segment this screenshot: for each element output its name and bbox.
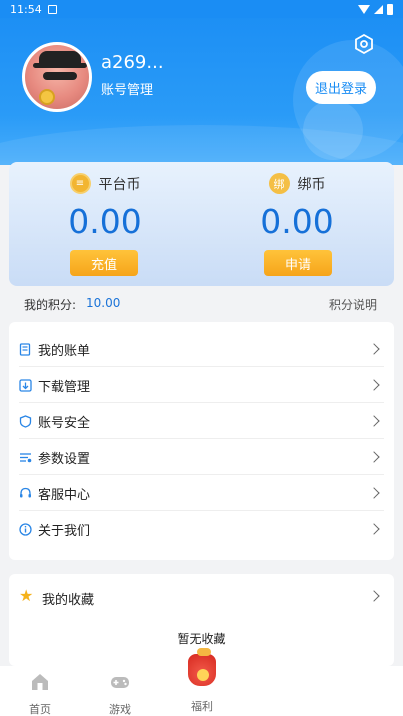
gamepad-icon [111,677,129,688]
chevron-right-icon [368,523,380,535]
username: a269... [101,52,164,73]
bind-coin-icon: 绑 [268,173,290,194]
welfare-bag-icon[interactable] [186,648,218,688]
info-icon [19,522,32,536]
bound-coin-amount: 0.00 [260,202,334,241]
chevron-right-icon [368,379,380,391]
logout-button[interactable]: 退出登录 [306,71,376,104]
settings-icon[interactable] [354,34,374,54]
menu-item-customer-service[interactable]: 客服中心 [9,475,394,511]
menu-item-parameters[interactable]: 参数设置 [9,439,394,475]
menu-item-label: 账号安全 [38,415,91,431]
favorites-label: 我的收藏 [42,593,95,608]
menu-item-security[interactable]: 账号安全 [9,403,394,439]
avatar[interactable] [22,42,92,112]
settings-list-icon [20,452,32,462]
tab-games[interactable]: 游戏 [90,670,150,716]
status-bar: 11:54 [0,0,403,18]
download-icon [19,378,32,392]
platform-coin-label: 平台币 [98,176,141,193]
menu-item-label: 下载管理 [38,379,91,395]
menu-item-about[interactable]: 关于我们 [9,511,394,547]
bound-coin-panel: 绑 绑币 0.00 申请 [201,162,393,286]
tab-home[interactable]: 首页 [10,670,70,716]
menu-item-downloads[interactable]: 下载管理 [9,367,394,403]
chevron-right-icon [368,487,380,499]
home-icon [32,674,48,690]
menu-list: 我的账单 下载管理 账号安全 参数设置 客服中心 关于我们 [9,322,394,560]
points-label: 我的积分: [24,298,77,312]
tab-label: 首页 [29,703,51,716]
favorites-row[interactable]: ★ 我的收藏 [9,574,394,618]
points-value: 10.00 [86,296,121,310]
bill-icon [19,342,31,356]
favorites-empty-text: 暂无收藏 [177,632,226,646]
platform-coin-panel: ≡ 平台币 0.00 充值 [9,162,201,286]
menu-item-label: 参数设置 [38,451,91,467]
menu-item-label: 客服中心 [38,487,91,503]
status-time: 11:54 [10,2,42,16]
points-row: 我的积分: 10.00 积分说明 [0,296,403,314]
apply-button[interactable]: 申请 [264,250,332,276]
bound-coin-label: 绑币 [297,176,326,193]
account-management-link[interactable]: 账号管理 [101,79,153,98]
chevron-right-icon [368,590,380,602]
platform-coin-amount: 0.00 [68,202,142,241]
shield-icon [19,414,32,428]
battery-icon [387,3,393,15]
chevron-right-icon [368,451,380,463]
chevron-right-icon [368,343,380,355]
menu-item-label: 关于我们 [38,523,91,539]
star-icon: ★ [19,586,34,605]
chevron-right-icon [368,415,380,427]
menu-item-label: 我的账单 [38,343,91,359]
recharge-button[interactable]: 充值 [70,250,138,276]
notification-icon [47,4,57,14]
wallet-card: ≡ 平台币 0.00 充值 绑 绑币 0.00 申请 [9,162,394,286]
menu-item-bill[interactable]: 我的账单 [9,331,394,367]
wifi-icon [358,4,370,14]
tab-label: 游戏 [109,703,131,716]
signal-icon [374,4,383,14]
tab-label: 福利 [191,700,213,713]
points-help-link[interactable]: 积分说明 [329,296,377,313]
headset-icon [20,487,31,497]
coin-stack-icon: ≡ [69,173,91,194]
